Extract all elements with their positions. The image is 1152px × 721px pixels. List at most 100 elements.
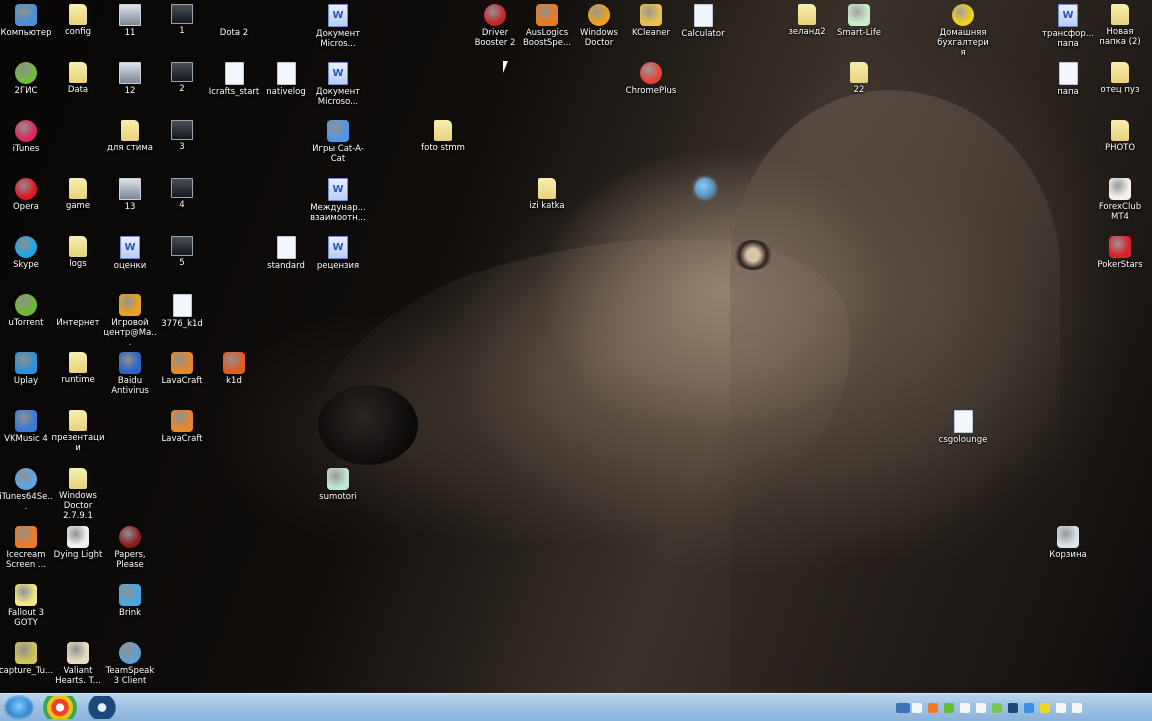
- desktop-icon-photo[interactable]: PHOTO: [1092, 120, 1148, 153]
- desktop-icon-label: 13: [124, 202, 136, 212]
- desktop-icon-n5[interactable]: 5: [154, 236, 210, 268]
- desktop-icon-calculator[interactable]: Calculator: [675, 4, 731, 39]
- battery-icon[interactable]: [992, 703, 1002, 713]
- network-icon[interactable]: [944, 703, 954, 713]
- desktop-icon-n3[interactable]: 3: [154, 120, 210, 152]
- steam-tray-icon[interactable]: [1008, 703, 1018, 713]
- desktop-icon-transform-papa[interactable]: Wтрансфор... папа: [1040, 4, 1096, 49]
- desktop-icon-logs[interactable]: logs: [50, 236, 106, 269]
- desktop-icon-n13[interactable]: 13: [102, 178, 158, 212]
- desktop-icon-brink[interactable]: Brink: [102, 584, 158, 618]
- desktop-icon-home-accounting[interactable]: Домашняя бухгалтерия: [935, 4, 991, 58]
- desktop-icon-n4[interactable]: 4: [154, 178, 210, 210]
- desktop-icon-papa[interactable]: папа: [1040, 62, 1096, 97]
- desktop-icon-fallout3[interactable]: Fallout 3 GOTY: [0, 584, 54, 628]
- desktop-icon-utorrent[interactable]: uTorrent: [0, 294, 54, 328]
- desktop-icon-games-cat[interactable]: Игры Cat-A-Cat: [310, 120, 366, 164]
- flag-icon[interactable]: [960, 703, 970, 713]
- desktop-icon-dlya-stima[interactable]: для стима: [102, 120, 158, 153]
- desktop-icon-skype[interactable]: Skype: [0, 236, 54, 270]
- up-arrow-icon[interactable]: [912, 703, 922, 713]
- desktop-icon-capture-tu[interactable]: capture_Tu...: [0, 642, 54, 676]
- desktop-icon-mezhdunar[interactable]: W Междунар... взаимоотн...: [310, 178, 366, 223]
- desktop-icon-otets-pus[interactable]: отец пуз: [1092, 62, 1148, 95]
- speaker-icon[interactable]: [1056, 703, 1066, 713]
- desktop-icon-data[interactable]: Data: [50, 62, 106, 95]
- desktop-icon-n1[interactable]: 1: [154, 4, 210, 36]
- desktop-icon-foto-stmm[interactable]: foto stmm: [415, 120, 471, 153]
- desktop-icon-computer[interactable]: Компьютер: [0, 4, 54, 38]
- desktop-icon-uplay[interactable]: Uplay: [0, 352, 54, 386]
- capture-icon: [15, 642, 37, 664]
- document-icon: [172, 294, 192, 317]
- language-icon[interactable]: [896, 703, 910, 713]
- desktop-icon-auslogics[interactable]: AusLogics BoostSpe...: [519, 4, 575, 48]
- desktop-icon-2gis[interactable]: 2ГИС: [0, 62, 54, 96]
- desktop-icon-lavacraft[interactable]: LavaCraft: [154, 352, 210, 386]
- desktop-icon-label: 1: [179, 26, 185, 36]
- desktop-icon-lavacraft-2[interactable]: LavaCraft: [154, 410, 210, 444]
- dark-screenshot-icon: [171, 4, 193, 24]
- desktop-icon-new-folder-2[interactable]: Новая папка (2): [1092, 4, 1148, 47]
- desktop-icon-retsenziya[interactable]: Wрецензия: [310, 236, 366, 271]
- desktop-icon-vkmusic[interactable]: VKMusic 4: [0, 410, 54, 444]
- desktop-icon-opera[interactable]: Opera: [0, 178, 54, 212]
- desktop-icon-label: папа: [1057, 87, 1079, 97]
- desktop-icon-icecream[interactable]: Icecream Screen ...: [0, 526, 54, 570]
- desktop-icon-valiant-hearts[interactable]: Valiant Hearts. T...: [50, 642, 106, 686]
- desktop-icon-dota2[interactable]: Dota 2: [206, 4, 262, 38]
- desktop-icon-prezentatsii[interactable]: презентации: [50, 410, 106, 453]
- avast-icon[interactable]: [928, 703, 938, 713]
- vkmusic-icon: [15, 410, 37, 432]
- desktop-icon-baidu[interactable]: Baidu Antivirus: [102, 352, 158, 396]
- dropbox-icon[interactable]: [1024, 703, 1034, 713]
- desktop-icon-config[interactable]: config: [50, 4, 106, 37]
- desktop-icon-pokerstars[interactable]: PokerStars: [1092, 236, 1148, 270]
- desktop-icon-internet[interactable]: Интернет: [50, 294, 106, 328]
- lavacraft-icon: [171, 352, 193, 374]
- desktop-icon-label: Skype: [13, 260, 39, 270]
- desktop-icon-n3776[interactable]: 3776_k1d: [154, 294, 210, 329]
- desktop-icon-itunes[interactable]: iTunes: [0, 120, 54, 154]
- windows-start-icon[interactable]: [4, 695, 34, 720]
- desktop-icon-itunes64[interactable]: iTunes64Se...: [0, 468, 54, 512]
- desktop-icon-sumotori[interactable]: sumotori: [310, 468, 366, 502]
- volume-icon[interactable]: [976, 703, 986, 713]
- desktop-icon-game-center[interactable]: Игровой центр@Ma...: [102, 294, 158, 348]
- desktop-icon-doc-micros[interactable]: W Документ Micros...: [310, 4, 366, 49]
- steam-floating-icon[interactable]: [695, 178, 715, 198]
- desktop-icon-k1d[interactable]: k1d: [206, 352, 262, 386]
- desktop-icon-kcleaner[interactable]: KCleaner: [623, 4, 679, 38]
- desktop-icon-icrafts-start[interactable]: Icrafts_start: [206, 62, 262, 97]
- desktop-icon-n2[interactable]: 2: [154, 62, 210, 94]
- wallpaper-dog-eye: [733, 240, 773, 270]
- desktop-icon-n11[interactable]: 11: [102, 4, 158, 38]
- keyboard-icon[interactable]: [1072, 703, 1082, 713]
- desktop-icon-label: для стима: [107, 143, 153, 153]
- desktop-icon-runtime[interactable]: runtime: [50, 352, 106, 385]
- desktop-icon-papers-please[interactable]: Papers, Please: [102, 526, 158, 570]
- desktop-icon-nativelog[interactable]: nativelog: [258, 62, 314, 97]
- desktop-icon-doc-micros-2[interactable]: W Документ Microso...: [310, 62, 366, 107]
- desktop-icon-csgolounge[interactable]: csgolounge: [935, 410, 991, 445]
- desktop-icon-label: Корзина: [1049, 550, 1087, 560]
- desktop-icon-forexclub[interactable]: ForexClub MT4: [1092, 178, 1148, 222]
- steam-taskbar-button[interactable]: [84, 696, 120, 719]
- desktop-icon-game[interactable]: game: [50, 178, 106, 211]
- desktop-icon-smart-life[interactable]: Smart-Life: [831, 4, 887, 38]
- desktop-icon-n22[interactable]: 22: [831, 62, 887, 95]
- desktop-icon-korzina[interactable]: Корзина: [1040, 526, 1096, 560]
- desktop-icon-standard[interactable]: standard: [258, 236, 314, 271]
- desktop-icon-n12[interactable]: 12: [102, 62, 158, 96]
- desktop-icon-teamspeak[interactable]: TeamSpeak 3 Client: [102, 642, 158, 686]
- desktop-icon-zeland2[interactable]: зеланд2: [779, 4, 835, 37]
- desktop-icon-dying-light[interactable]: Dying Light: [50, 526, 106, 560]
- desktop-icon-izi-katka[interactable]: izi katka: [519, 178, 575, 211]
- shield-icon[interactable]: [1040, 703, 1050, 713]
- desktop-icon-windows-doctor-279[interactable]: Windows Doctor 2.7.9.1: [50, 468, 106, 521]
- desktop-icon-driver-booster[interactable]: Driver Booster 2: [467, 4, 523, 48]
- desktop-icon-windows-doctor[interactable]: Windows Doctor: [571, 4, 627, 48]
- desktop-icon-chromeplus[interactable]: ChromePlus: [623, 62, 679, 96]
- chrome-taskbar-button[interactable]: [42, 696, 78, 719]
- desktop-icon-otsenki[interactable]: Wоценки: [102, 236, 158, 271]
